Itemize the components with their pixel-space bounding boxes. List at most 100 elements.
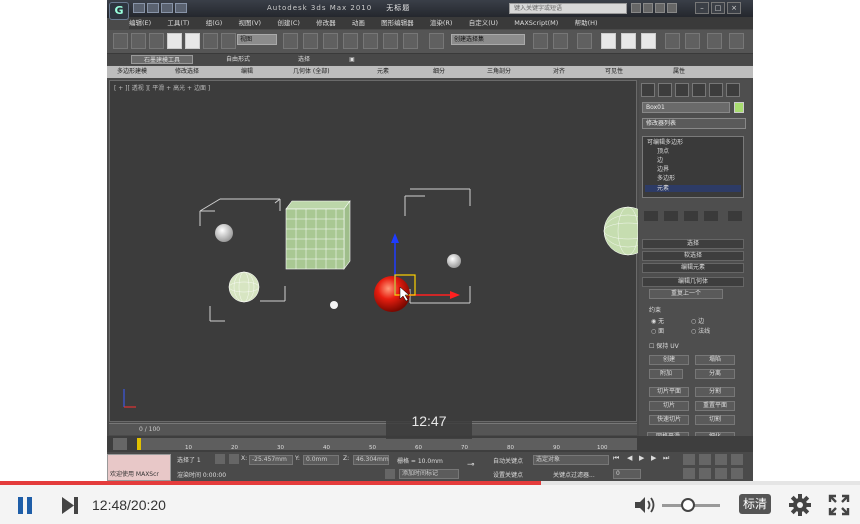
edit-named-selection-icon[interactable] (429, 33, 444, 49)
key-filters-button[interactable]: 关键点过滤器... (553, 470, 595, 479)
pan-icon[interactable] (699, 468, 711, 479)
quickslice-button[interactable]: 快速切片 (649, 415, 689, 425)
key-icon[interactable]: ⊸ (467, 460, 487, 470)
mirror-icon[interactable] (533, 33, 548, 49)
panel-geometry-all[interactable]: 几何体 (全部) (293, 67, 330, 77)
panel-modify-selection[interactable]: 修改选择 (175, 67, 199, 77)
absolute-mode-icon[interactable] (229, 454, 239, 464)
material-editor-icon[interactable] (641, 33, 656, 49)
volume-icon[interactable] (634, 495, 656, 515)
layer-manager-icon[interactable] (577, 33, 592, 49)
object-name-field[interactable]: Box01 (642, 102, 730, 113)
spinner-snap-icon[interactable] (403, 33, 418, 49)
field-of-view-icon[interactable] (683, 468, 695, 479)
menu-help[interactable]: 帮助(H) (575, 17, 598, 29)
reference-coord-dropdown[interactable]: 视图 (237, 34, 277, 45)
menu-edit[interactable]: 编辑(E) (129, 17, 151, 29)
menu-rendering[interactable]: 渲染(R) (430, 17, 453, 29)
maxscript-listener[interactable]: 欢迎使用 MAXScr (107, 454, 171, 481)
menu-views[interactable]: 视图(V) (239, 17, 262, 29)
perspective-viewport[interactable]: [ + ][ 透视 ][ 平滑 + 高光 + 边面 ] (109, 80, 638, 422)
configure-sets-icon[interactable] (728, 211, 742, 221)
menu-create[interactable]: 创建(C) (277, 17, 300, 29)
named-selection-dropdown[interactable]: 创建选择集 (451, 34, 525, 45)
star-icon[interactable] (655, 3, 665, 13)
constraint-none-radio[interactable]: ◉ 无 (651, 316, 664, 325)
next-icon[interactable] (60, 496, 80, 515)
open-file-icon[interactable] (147, 3, 159, 13)
attach-button[interactable]: 附加 (649, 369, 683, 379)
panel-triangulation[interactable]: 三角剖分 (487, 67, 511, 77)
volume-knob[interactable] (681, 498, 696, 512)
keyboard-shortcut-icon[interactable] (323, 33, 338, 49)
select-object-icon[interactable] (131, 33, 146, 49)
stack-item-border[interactable]: 边界 (657, 166, 669, 173)
zoom-all-icon[interactable] (699, 454, 711, 465)
constraint-edge-radio[interactable]: ○ 边 (691, 316, 704, 325)
timeline-ruler[interactable] (137, 438, 637, 450)
go-to-start-icon[interactable]: ⏮ (613, 454, 619, 463)
menu-tools[interactable]: 工具(T) (167, 17, 189, 29)
align-icon[interactable] (553, 33, 568, 49)
rollout-edit-geometry[interactable]: 编辑几何体 (642, 277, 744, 287)
panel-subdivision[interactable]: 细分 (433, 67, 445, 77)
go-to-end-icon[interactable]: ⏭ (663, 454, 669, 463)
previous-frame-icon[interactable]: ◀ (627, 454, 632, 462)
link-icon[interactable] (113, 33, 128, 49)
teapot-render-icon[interactable] (729, 33, 744, 49)
reset-plane-button[interactable]: 重置平面 (695, 401, 735, 411)
rollout-edit-elements[interactable]: 编辑元素 (642, 263, 744, 273)
menu-modifiers[interactable]: 修改器 (316, 17, 336, 29)
select-region-icon[interactable] (167, 33, 182, 49)
curve-editor-icon[interactable] (601, 33, 616, 49)
object-color-swatch[interactable] (734, 102, 744, 113)
panel-properties[interactable]: 属性 (673, 67, 685, 77)
angle-snap-icon[interactable] (363, 33, 378, 49)
wire-sphere[interactable] (228, 271, 260, 303)
detach-button[interactable]: 分离 (695, 369, 735, 379)
collapse-button[interactable]: 塌陷 (695, 355, 735, 365)
maximize-viewport-icon[interactable] (731, 468, 743, 479)
stack-item-element[interactable]: 元素 (645, 185, 741, 192)
snaps-toggle-icon[interactable] (343, 33, 358, 49)
create-tab-icon[interactable] (641, 83, 655, 97)
lock-selection-icon[interactable] (215, 454, 225, 464)
quality-button[interactable]: 标清 (739, 494, 771, 514)
undo-icon[interactable] (175, 3, 187, 13)
motion-tab-icon[interactable] (692, 83, 706, 97)
timeline-cursor[interactable] (137, 438, 141, 450)
new-file-icon[interactable] (133, 3, 145, 13)
utilities-tab-icon[interactable] (726, 83, 740, 97)
modifier-list-dropdown[interactable]: 修改器列表 (642, 118, 746, 129)
modify-tab-icon[interactable] (658, 83, 672, 97)
tab-toggle[interactable]: ▣ (339, 55, 365, 64)
zoom-icon[interactable] (683, 454, 695, 465)
rollout-selection[interactable]: 选择 (642, 239, 744, 249)
split-checkbox[interactable]: 分割 (695, 387, 735, 397)
menu-maxscript[interactable]: MAXScript(M) (514, 17, 558, 29)
stack-item-edge[interactable]: 边 (657, 157, 663, 164)
select-move-icon[interactable] (185, 33, 200, 49)
key-icon[interactable] (643, 3, 653, 13)
menu-graph-editors[interactable]: 图形编辑器 (381, 17, 414, 29)
select-scale-icon[interactable] (221, 33, 236, 49)
save-file-icon[interactable] (161, 3, 173, 13)
settings-gear-icon[interactable] (788, 493, 812, 517)
display-tab-icon[interactable] (709, 83, 723, 97)
help-search-input[interactable]: 键入关键字或短语 (509, 3, 627, 14)
rendered-frame-icon[interactable] (685, 33, 700, 49)
menu-group[interactable]: 组(G) (206, 17, 223, 29)
y-coordinate-field[interactable]: 0.0mm (303, 455, 339, 465)
fullscreen-icon[interactable] (828, 494, 850, 516)
x-coordinate-field[interactable]: -25.457mm (249, 455, 293, 465)
orbit-icon[interactable] (715, 468, 727, 479)
small-white-sphere[interactable] (330, 301, 338, 309)
video-area[interactable]: G Autodesk 3ds Max 2010 无标题 键入关键字或短语 – □ … (0, 0, 860, 482)
panel-visibility[interactable]: 可见性 (605, 67, 623, 77)
create-button[interactable]: 创建 (649, 355, 689, 365)
schematic-view-icon[interactable] (621, 33, 636, 49)
search-icon[interactable] (631, 3, 641, 13)
rollout-soft-selection[interactable]: 软选择 (642, 251, 744, 261)
slice-plane-button[interactable]: 切片平面 (649, 387, 689, 397)
pivot-center-icon[interactable] (283, 33, 298, 49)
